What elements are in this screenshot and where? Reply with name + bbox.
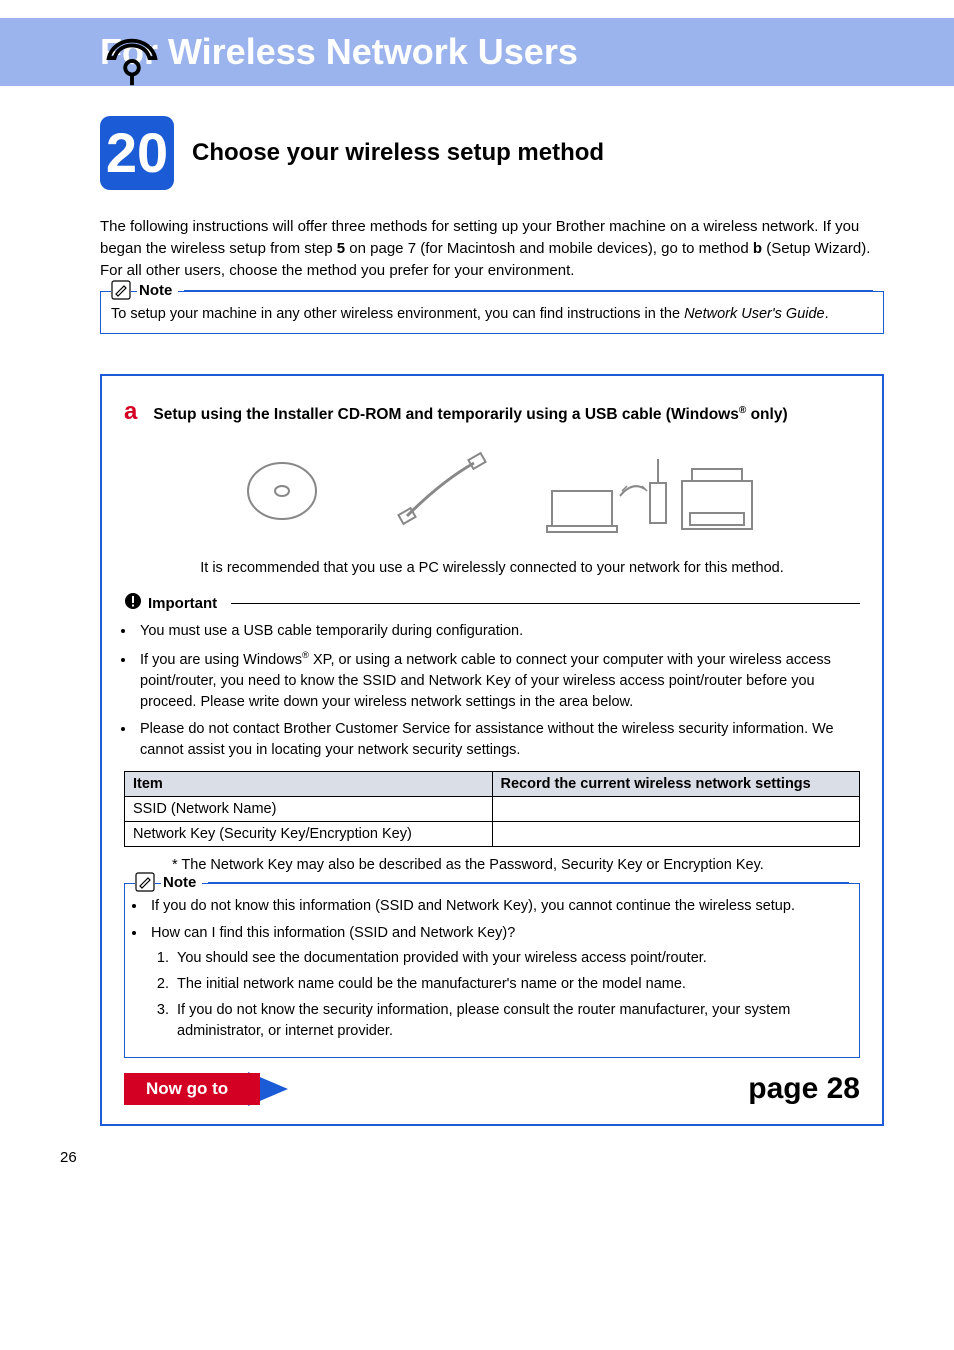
- note2-n3: If you do not know the security informat…: [173, 1000, 849, 1044]
- note2-numlist: You should see the documentation provide…: [173, 948, 849, 1043]
- table-footnote: * The Network Key may also be described …: [124, 857, 860, 873]
- important-rule: [231, 603, 860, 604]
- note1-b: .: [825, 306, 829, 322]
- settings-table: Item Record the current wireless network…: [124, 771, 860, 847]
- note-box-inset: Note If you do not know this information…: [124, 883, 860, 1058]
- usb-cable-icon: [382, 446, 502, 536]
- note-body: To setup your machine in any other wirel…: [111, 304, 873, 325]
- step-title: Choose your wireless setup method: [192, 139, 604, 167]
- intro-text-b: 5: [337, 240, 345, 257]
- intro-text-c: on page 7 (for Macintosh and mobile devi…: [345, 240, 753, 257]
- ma-title-a: Setup using the Installer CD-ROM and tem…: [153, 406, 739, 423]
- note-rule: [184, 290, 873, 291]
- ma-title-b: only): [746, 406, 787, 423]
- step-heading-row: 20 Choose your wireless setup method: [100, 116, 884, 190]
- goto-label: Now go to: [124, 1073, 260, 1105]
- recommendation-line: It is recommended that you use a PC wire…: [124, 560, 860, 576]
- note2-b1: If you do not know this information (SSI…: [147, 896, 849, 917]
- goto-target: page 28: [748, 1072, 860, 1106]
- table-row: Network Key (Security Key/Encryption Key…: [125, 822, 860, 847]
- method-a-box: a Setup using the Installer CD-ROM and t…: [100, 374, 884, 1126]
- th-record: Record the current wireless network sett…: [492, 772, 860, 797]
- note1-em: Network User's Guide: [684, 306, 825, 322]
- td-ssid: SSID (Network Name): [125, 797, 493, 822]
- intro-text-d: b: [753, 240, 762, 257]
- td-networkkey: Network Key (Security Key/Encryption Key…: [125, 822, 493, 847]
- table-row: SSID (Network Name): [125, 797, 860, 822]
- important-icon: [124, 592, 142, 615]
- pencil-icon: [135, 872, 155, 892]
- cd-icon: [222, 446, 342, 536]
- method-heading: a Setup using the Installer CD-ROM and t…: [124, 398, 860, 426]
- note-rule-2: [208, 882, 849, 883]
- page-number: 26: [60, 1149, 77, 1166]
- note-title-row: Note: [111, 280, 873, 300]
- note2-bullets: If you do not know this information (SSI…: [135, 896, 849, 1043]
- note2-n2: The initial network name could be the ma…: [173, 974, 849, 996]
- important-title-row: Important: [124, 592, 860, 615]
- bullet-3: Please do not contact Brother Customer S…: [136, 719, 860, 761]
- wireless-icon: [100, 28, 164, 92]
- goto-row: Now go to page 28: [124, 1072, 860, 1106]
- intro-paragraph: The following instructions will offer th…: [100, 216, 884, 281]
- note-title-row-2: Note: [135, 872, 849, 892]
- header-title: For Wireless Network Users: [100, 31, 578, 73]
- bullet-2: If you are using Windows® XP, or using a…: [136, 648, 860, 713]
- step-number: 20: [106, 125, 168, 181]
- method-letter: a: [124, 398, 137, 426]
- note-box-top: Note To setup your machine in any other …: [100, 291, 884, 334]
- step-number-box: 20: [100, 116, 174, 190]
- bullet-1: You must use a USB cable temporarily dur…: [136, 621, 860, 642]
- important-bullets: You must use a USB cable temporarily dur…: [124, 621, 860, 761]
- note-label: Note: [137, 282, 178, 299]
- illustration-row: [124, 436, 860, 546]
- laptop-router-printer-icon: [542, 446, 762, 536]
- page-content: 20 Choose your wireless setup method The…: [0, 86, 954, 1126]
- th-item: Item: [125, 772, 493, 797]
- td-networkkey-value[interactable]: [492, 822, 860, 847]
- note2-b2-text: How can I find this information (SSID an…: [151, 925, 515, 941]
- note2-n1: You should see the documentation provide…: [173, 948, 849, 970]
- note1-a: To setup your machine in any other wirel…: [111, 306, 684, 322]
- pencil-icon: [111, 280, 131, 300]
- method-title: Setup using the Installer CD-ROM and tem…: [153, 405, 787, 424]
- b2a: If you are using Windows: [140, 652, 302, 668]
- note-label-2: Note: [161, 874, 202, 891]
- td-ssid-value[interactable]: [492, 797, 860, 822]
- note2-b2: How can I find this information (SSID an…: [147, 923, 849, 1043]
- important-label: Important: [148, 595, 217, 612]
